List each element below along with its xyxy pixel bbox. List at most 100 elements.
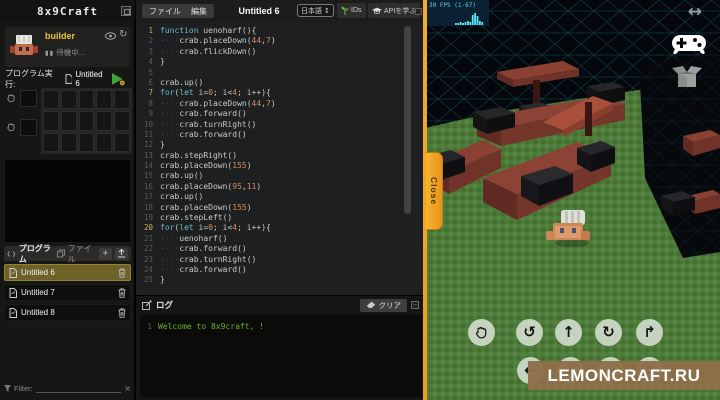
fps-meter: 30 FPS (1-67) — [427, 0, 489, 26]
inventory-cell[interactable] — [60, 90, 77, 110]
control-rotate-cw-button[interactable]: ↻ — [595, 319, 622, 346]
eye-icon[interactable] — [105, 32, 116, 40]
line-number: 5 — [148, 67, 153, 77]
document-title: Untitled 6 — [238, 6, 280, 16]
line-number: 11 — [143, 129, 153, 139]
inventory-cell[interactable] — [43, 111, 59, 131]
control-rotate-ccw-button[interactable]: ↺ — [516, 319, 543, 346]
inventory-cell[interactable] — [96, 132, 113, 152]
log-title: ログ — [156, 300, 174, 310]
program-list: Untitled 6 Untitled 7 Untitled 8 — [4, 264, 131, 324]
tab-files[interactable]: ファイル — [68, 243, 96, 265]
open-box-icon[interactable] — [672, 64, 702, 90]
trash-icon[interactable] — [118, 267, 126, 278]
edit-menu-button[interactable]: 編集 — [184, 4, 214, 18]
learn-api-button[interactable]: APIを学ぶ — [368, 3, 421, 18]
inventory-cell[interactable] — [114, 90, 130, 110]
control-turn-up-button[interactable]: ↱ — [636, 319, 663, 346]
control-hand-button[interactable] — [468, 319, 495, 346]
eraser-icon — [366, 301, 375, 308]
file-name: Untitled 7 — [21, 288, 55, 297]
code-line: 25} — [136, 275, 425, 285]
gamepad-icon[interactable] — [672, 32, 706, 54]
inventory-cell[interactable] — [60, 111, 77, 131]
inventory-cell[interactable] — [96, 111, 113, 131]
inventory-cell[interactable] — [43, 90, 59, 110]
code-text: ····crab.flickDown() — [160, 46, 257, 56]
game-viewport[interactable]: 30 FPS (1-67) ↔ ↺ ↑ ↻ ↱ LEMONCRAFT.RU — [425, 0, 720, 400]
rotate-ccw-icon: ↺ — [523, 323, 536, 341]
log-clear-button[interactable]: クリア — [359, 298, 407, 312]
log-content: 1 Welcome to 8x9craft, ! — [140, 315, 422, 397]
copy-icon — [56, 249, 65, 258]
file-row[interactable]: Untitled 6 — [4, 264, 131, 281]
close-editor-tab[interactable]: Close — [426, 152, 443, 230]
code-text: ····crab.turnRight() — [160, 254, 257, 264]
inventory-cell[interactable] — [78, 132, 95, 152]
line-number: 25 — [143, 275, 153, 285]
code-text: } — [160, 140, 165, 150]
line-number: 6 — [148, 77, 153, 87]
app-logo: 8x9Craft — [37, 4, 98, 18]
code-line: 7 for(let i=0; i<4; i++){ — [136, 88, 425, 98]
file-row[interactable]: Untitled 8 — [4, 304, 131, 321]
inventory-cell[interactable] — [43, 132, 59, 152]
status-text: 待機中... — [56, 48, 86, 57]
control-forward-button[interactable]: ↑ — [555, 319, 582, 346]
code-line: 1 function uenoharf(){ — [136, 26, 425, 36]
filter-input[interactable] — [35, 385, 122, 393]
line-number: 18 — [143, 202, 153, 212]
code-text: ····uenoharf() — [160, 233, 228, 243]
refresh-icon[interactable]: ↻ — [119, 29, 127, 40]
inventory-cell[interactable] — [78, 111, 95, 131]
panel-collapse-icon[interactable] — [415, 8, 422, 15]
ids-label: IDs — [351, 7, 362, 14]
run-play-button[interactable] — [111, 72, 126, 86]
code-line: 24 ····crab.forward() — [136, 265, 425, 275]
upload-program-button[interactable] — [114, 247, 129, 260]
log-entry: 1 Welcome to 8x9craft, ! — [140, 322, 422, 331]
logo-bar: 8x9Craft — [0, 0, 135, 22]
code-text: ····crab.forward() — [160, 264, 247, 274]
upload-icon — [117, 249, 125, 258]
off-hand-slot[interactable] — [20, 119, 37, 136]
character-name: builder — [45, 31, 76, 41]
log-line-number: 1 — [147, 322, 152, 331]
watermark-banner: LEMONCRAFT.RU — [528, 361, 720, 390]
resize-icon[interactable]: ↔ — [688, 2, 702, 22]
run-program-row: プログラム実行: Untitled 6 — [5, 69, 130, 89]
tab-program[interactable]: プログラム — [19, 243, 54, 265]
learn-api-label: APIを学ぶ — [384, 7, 417, 15]
code-line: 14 crab.placeDown(155) — [136, 161, 425, 171]
hand-slot[interactable] — [20, 90, 37, 107]
trash-icon[interactable] — [118, 287, 126, 298]
trash-icon[interactable] — [118, 307, 126, 318]
code-line: 4} — [136, 57, 425, 67]
code-text: ····crab.forward() — [160, 129, 247, 139]
character-card[interactable]: builder ↻ ▮▮ 待機中... — [5, 27, 130, 67]
line-number: 17 — [143, 192, 153, 202]
file-row[interactable]: Untitled 7 — [4, 284, 131, 301]
code-editor[interactable]: 1 function uenoharf(){2 ····crab.placeDown… — [135, 22, 425, 295]
add-program-button[interactable]: + — [98, 247, 112, 260]
filter-clear-icon[interactable]: × — [124, 384, 131, 393]
document-icon — [65, 74, 73, 84]
code-line: 13 crab.stepRight() — [136, 151, 425, 161]
line-number: 23 — [143, 254, 153, 264]
editor-scrollbar[interactable] — [404, 26, 411, 214]
code-line: 9 ····crab.forward() — [136, 109, 425, 119]
language-select[interactable]: 日本語 ↕ — [297, 4, 334, 17]
inventory-cell[interactable] — [60, 132, 77, 152]
inventory-cell[interactable] — [114, 132, 130, 152]
file-menu-button[interactable]: ファイル — [142, 4, 188, 18]
inventory-cell[interactable] — [96, 90, 113, 110]
list-tabs-bar: プログラム ファイル + — [4, 244, 131, 264]
log-collapse-icon[interactable]: – — [411, 301, 419, 309]
code-line: 20 for(let i=0; i<4; i++){ — [136, 223, 425, 233]
inventory-cell[interactable] — [78, 90, 95, 110]
run-target-name: Untitled 6 — [75, 70, 103, 88]
inventory-grid — [41, 88, 132, 154]
ids-button[interactable]: IDs — [337, 3, 366, 18]
sidebar-collapse-icon[interactable] — [121, 6, 131, 16]
inventory-cell[interactable] — [114, 111, 130, 131]
